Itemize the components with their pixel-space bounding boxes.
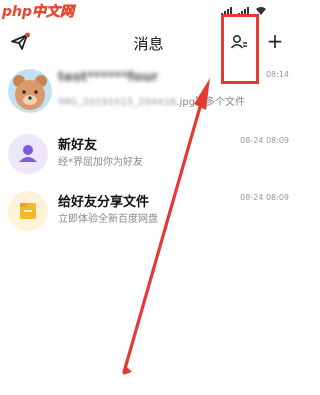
conversation-name: test******four <box>58 70 159 85</box>
conversation-message: IMG_20191015_204416.jpg等多个文件 <box>58 93 245 108</box>
add-button[interactable]: + <box>263 30 287 54</box>
conversation-time: 08-24 08:09 <box>240 136 289 145</box>
watermark: php中文网 <box>2 1 74 21</box>
conversation-name: 给好友分享文件 <box>58 195 150 210</box>
conversation-time: 08:14 <box>265 70 289 79</box>
new-friend-avatar <box>8 134 48 174</box>
message-suffix: .jpg等多个文件 <box>176 97 246 108</box>
bear-avatar-icon <box>8 69 52 113</box>
conversation-name: 新好友 <box>58 138 98 153</box>
conversation-item[interactable]: 给好友分享文件 立即体验全新百度网盘 08-24 08:09 <box>0 189 297 246</box>
folder-icon <box>20 203 36 219</box>
message-blurred: IMG_20191015_204416 <box>58 97 177 108</box>
person-icon <box>19 145 37 162</box>
watermark-part1: php <box>2 4 33 20</box>
share-file-avatar <box>8 191 48 231</box>
watermark-part2: 中文网 <box>32 4 75 21</box>
conversation-time: 08-24 08:09 <box>240 193 289 202</box>
conversation-message: 经*界屈加你为好友 <box>58 157 143 168</box>
conversation-item[interactable]: test******four IMG_20191015_204416.jpg等多… <box>0 66 297 132</box>
conversation-item[interactable]: 新好友 经*界屈加你为好友 08-24 08:09 <box>0 132 297 189</box>
conversation-list: test******four IMG_20191015_204416.jpg等多… <box>0 66 297 246</box>
conversation-message: 立即体验全新百度网盘 <box>58 214 158 225</box>
